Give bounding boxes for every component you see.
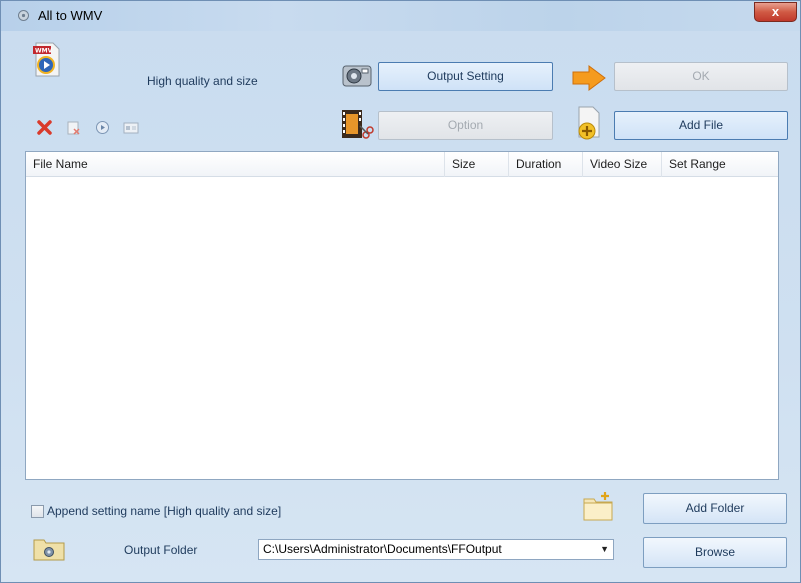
app-icon <box>18 10 29 21</box>
play-icon[interactable] <box>95 120 110 135</box>
title-bar[interactable]: All to WMV x <box>1 1 800 31</box>
column-video-size[interactable]: Video Size <box>583 152 662 177</box>
append-setting-checkbox[interactable] <box>31 505 44 518</box>
add-folder-button[interactable]: Add Folder <box>643 493 787 524</box>
column-set-range[interactable]: Set Range <box>662 152 778 177</box>
browse-button[interactable]: Browse <box>643 537 787 568</box>
output-setting-button[interactable]: Output Setting <box>378 62 553 91</box>
add-folder-label: Add Folder <box>685 501 745 515</box>
table-header: File Name Size Duration Video Size Set R… <box>26 152 778 177</box>
output-setting-label: Output Setting <box>427 69 504 83</box>
close-icon: x <box>771 4 780 19</box>
output-folder-select[interactable]: C:\Users\Administrator\Documents\FFOutpu… <box>258 539 614 560</box>
add-folder-icon[interactable] <box>582 490 614 522</box>
ok-button[interactable]: OK <box>614 62 788 91</box>
film-clip-icon[interactable] <box>340 108 374 142</box>
delete-icon[interactable] <box>37 120 52 135</box>
close-button[interactable]: x <box>754 2 797 22</box>
output-folder-icon[interactable] <box>33 537 65 561</box>
ok-label: OK <box>692 69 710 83</box>
column-size[interactable]: Size <box>445 152 509 177</box>
add-file-label: Add File <box>678 118 724 132</box>
output-settings-icon[interactable] <box>340 61 374 91</box>
add-file-icon[interactable] <box>574 105 604 143</box>
output-folder-value: C:\Users\Administrator\Documents\FFOutpu… <box>263 542 502 556</box>
chevron-down-icon[interactable]: ▼ <box>600 540 609 559</box>
append-setting-label[interactable]: Append setting name [High quality and si… <box>47 504 281 518</box>
option-label: Option <box>447 118 484 132</box>
file-list-table[interactable]: File Name Size Duration Video Size Set R… <box>25 151 779 480</box>
browse-label: Browse <box>694 545 735 559</box>
svg-text:WMV: WMV <box>35 48 53 55</box>
arrow-right-icon <box>572 65 606 91</box>
wmv-format-icon: WMV <box>33 42 60 77</box>
profile-label[interactable]: High quality and size <box>147 74 258 88</box>
column-duration[interactable]: Duration <box>509 152 583 177</box>
window-title: All to WMV <box>38 8 103 23</box>
info-icon[interactable] <box>123 121 139 135</box>
option-button[interactable]: Option <box>378 111 553 140</box>
output-folder-label: Output Folder <box>124 543 198 557</box>
column-file-name[interactable]: File Name <box>26 152 445 177</box>
add-file-button[interactable]: Add File <box>614 111 788 140</box>
clear-list-icon[interactable] <box>66 121 82 136</box>
